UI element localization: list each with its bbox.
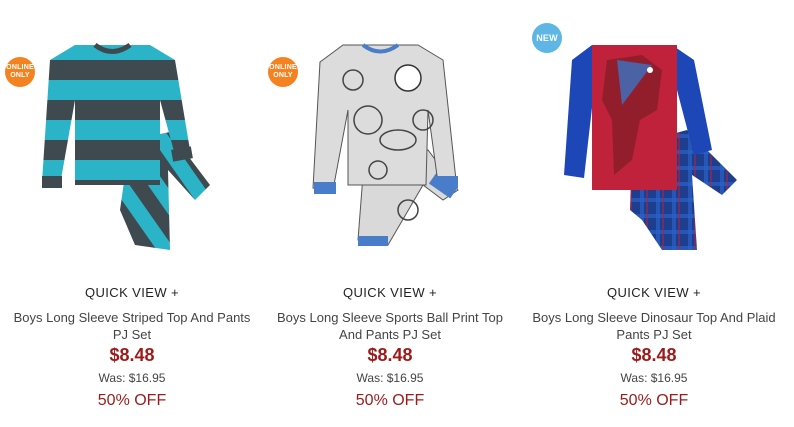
product-name-line-2: Pants PJ Set	[616, 327, 692, 342]
sale-price: $8.48	[367, 345, 413, 365]
product-grid: ONLINE ONLY QUICK VIEW + Boys Long Sleev…	[0, 0, 794, 427]
product-image[interactable]	[258, 0, 522, 270]
product-image[interactable]	[0, 0, 264, 270]
original-price: Was: $16.95	[356, 371, 424, 385]
product-name-link[interactable]: Boys Long Sleeve Sports Ball Print Top A…	[258, 309, 522, 343]
badge-line-1: ONLINE	[269, 64, 297, 71]
badge-line-1: ONLINE	[6, 64, 34, 71]
product-name-line-1: Boys Long Sleeve Sports Ball Print Top	[277, 310, 503, 325]
product-name-line-1: Boys Long Sleeve Dinosaur Top And Plaid	[532, 310, 776, 325]
online-only-badge: ONLINE ONLY	[268, 57, 298, 87]
sports-ball-pajama-set-image	[312, 43, 459, 246]
badge-line-2: ONLY	[10, 72, 30, 79]
product-name-line-1: Boys Long Sleeve Striped Top And Pants	[13, 310, 251, 325]
discount-label: 50% OFF	[97, 392, 167, 409]
online-only-badge: ONLINE ONLY	[5, 57, 35, 87]
product-card: NEW QUICK VIEW + Boys Long Sleeve Dinosa…	[522, 0, 786, 427]
original-price: Was: $16.95	[620, 371, 688, 385]
product-name-link[interactable]: Boys Long Sleeve Dinosaur Top And Plaid …	[522, 309, 786, 343]
product-card: ONLINE ONLY QUICK VIEW + Boys Long Sleev…	[0, 0, 264, 427]
sale-price: $8.48	[109, 345, 155, 365]
quick-view-link[interactable]: QUICK VIEW +	[0, 285, 264, 300]
badge-line-2: ONLY	[273, 72, 293, 79]
discount-label: 50% OFF	[355, 392, 425, 409]
discount-label: 50% OFF	[619, 392, 689, 409]
product-name-line-2: And Pants PJ Set	[339, 327, 441, 342]
product-name-link[interactable]: Boys Long Sleeve Striped Top And Pants P…	[0, 309, 264, 343]
quick-view-link[interactable]: QUICK VIEW +	[522, 285, 786, 300]
product-name-line-2: PJ Set	[112, 327, 152, 342]
badge-line-1: NEW	[536, 33, 558, 43]
sale-price: $8.48	[631, 345, 677, 365]
quick-view-link[interactable]: QUICK VIEW +	[258, 285, 522, 300]
new-badge: NEW	[532, 23, 562, 53]
product-card: ONLINE ONLY QUICK VIEW + Boys Long Sleev…	[258, 0, 522, 427]
original-price: Was: $16.95	[98, 371, 166, 385]
striped-pajama-set-image	[42, 42, 210, 250]
